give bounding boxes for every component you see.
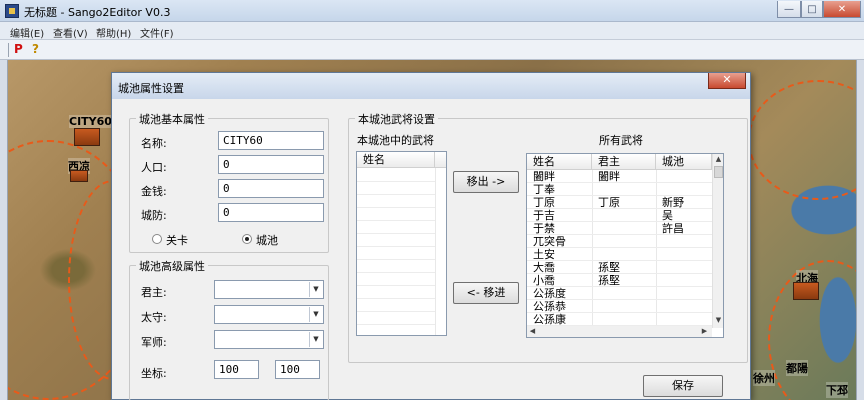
city-generals-group: 本城池武将设置 本城池中的武将 姓名 移出 -> <- 移进 所有武将 姓名 君… [348,111,748,363]
city-generals-list[interactable]: 姓名 [356,151,447,336]
group-title: 城池基本属性 [136,111,208,127]
dialog-close-button[interactable]: ✕ [708,73,746,89]
app-icon [5,4,19,18]
general-row[interactable]: 公孫度 [527,287,712,300]
column-header-name[interactable]: 姓名 [527,154,592,170]
scroll-thumb[interactable] [714,166,723,178]
menu-file[interactable]: 文件(F) [140,25,174,40]
name-field[interactable]: CITY60 [218,131,324,150]
city-name-xuzhou: 徐州 [753,370,775,386]
p-tool-button[interactable]: P [14,42,23,56]
money-label: 金钱: [141,185,167,198]
governor-label: 太守: [141,311,167,324]
money-field[interactable]: 0 [218,179,324,198]
basic-properties-group: 城池基本属性 名称: CITY60 人口: 0 金钱: 0 城防: 0 关卡 城… [129,111,329,253]
advisor-select[interactable]: ▼ [214,330,324,349]
scroll-right-icon[interactable]: ▶ [699,326,710,337]
lord-select[interactable]: ▼ [214,280,324,299]
population-field[interactable]: 0 [218,155,324,174]
toolbar: P ? [0,40,864,60]
population-label: 人口: [141,161,167,174]
dialog-titlebar: 城池属性设置 ✕ [112,73,750,99]
group-title: 本城池武将设置 [355,111,438,127]
general-row[interactable]: 兀突骨 [527,235,712,248]
group-title: 城池高级属性 [136,258,208,274]
maximize-button[interactable]: □ [801,1,823,18]
scroll-left-icon[interactable]: ◀ [527,326,538,337]
chevron-down-icon[interactable]: ▼ [309,307,322,322]
coord-label: 坐标: [141,367,167,380]
governor-select[interactable]: ▼ [214,305,324,324]
lord-label: 君主: [141,286,167,299]
general-row[interactable]: 小喬 孫堅 [527,274,712,287]
coord-y-field[interactable]: 100 [275,360,320,379]
chevron-down-icon[interactable]: ▼ [309,282,322,297]
general-row[interactable]: 公孫康 [527,313,712,326]
horizontal-scrollbar[interactable]: ◀ ▶ [527,326,712,337]
general-row[interactable]: 闔眫 闔眫 [527,170,712,183]
general-row[interactable]: 丁原 丁原 新野 [527,196,712,209]
scroll-up-icon[interactable]: ▲ [713,154,723,165]
radio-pass-label: 关卡 [166,234,188,247]
window-titlebar: 无标题 - Sango2Editor V0.3 — □ ✕ [0,0,864,22]
dialog-title: 城池属性设置 [118,82,184,95]
city-castle-icon[interactable] [793,282,819,300]
city-code-label: CITY60 [69,115,112,128]
general-row[interactable]: 于禁 許昌 [527,222,712,235]
all-generals-list-title: 所有武将 [599,134,643,147]
move-in-button[interactable]: <- 移进 [453,282,519,304]
advanced-properties-group: 城池高级属性 君主: ▼ 太守: ▼ 军师: ▼ 坐标: 100 100 [129,258,329,400]
close-button[interactable]: ✕ [823,1,861,18]
city-marker-icon[interactable] [70,170,88,182]
general-row[interactable]: 土安 [527,248,712,261]
all-generals-list[interactable]: 姓名 君主 城池 闔眫 闔眫 丁奉 丁原 丁原 新野 于吉吴于禁 許昌 兀突骨 土安 大喬 孫堅 小喬孫… [526,153,724,338]
map-left-border [0,60,8,400]
defense-label: 城防: [141,209,167,222]
map-right-border [856,60,864,400]
defense-field[interactable]: 0 [218,203,324,222]
window-title: 无标题 - Sango2Editor V0.3 [24,6,171,19]
coord-x-field[interactable]: 100 [214,360,259,379]
advisor-label: 军师: [141,336,167,349]
radio-pass[interactable] [152,234,162,244]
general-rows: 闔眫 闔眫 丁奉 丁原 丁原 新野 于吉吴于禁 許昌 兀突骨 土安 大喬 孫堅 小喬 孫堅 公孫度 公孫恭 公孫… [527,170,712,328]
scroll-down-icon[interactable]: ▼ [713,315,723,326]
column-header-city[interactable]: 城池 [656,154,712,170]
radio-city[interactable] [242,234,252,244]
menu-edit[interactable]: 编辑(E) [10,25,44,40]
general-row[interactable]: 丁奉 [527,183,712,196]
city-properties-dialog: 城池属性设置 ✕ 城池基本属性 名称: CITY60 人口: 0 金钱: 0 城… [111,72,751,400]
minimize-button[interactable]: — [777,1,801,18]
city-castle-icon[interactable] [74,128,100,146]
help-tool-button[interactable]: ? [32,42,39,56]
menu-view[interactable]: 查看(V) [53,25,88,40]
save-button[interactable]: 保存 [643,375,723,397]
column-header-lord[interactable]: 君主 [592,154,656,170]
general-row[interactable]: 于吉吴 [527,209,712,222]
name-label: 名称: [141,137,167,150]
move-out-button[interactable]: 移出 -> [453,171,519,193]
vertical-scrollbar[interactable]: ▲ ▼ [712,154,723,328]
radio-city-label: 城池 [256,234,278,247]
menu-bar: 编辑(E) 查看(V) 帮助(H) 文件(F) [0,22,864,40]
general-row[interactable]: 公孫恭 [527,300,712,313]
menu-help[interactable]: 帮助(H) [96,25,131,40]
column-header-name[interactable]: 姓名 [357,152,435,168]
chevron-down-icon[interactable]: ▼ [309,332,322,347]
general-row[interactable]: 大喬 孫堅 [527,261,712,274]
city-name-xiapi: 下邳 [826,382,848,398]
toolbar-grip [8,43,9,57]
city-generals-list-title: 本城池中的武将 [357,134,434,147]
city-name-duyang: 都陽 [786,360,808,376]
